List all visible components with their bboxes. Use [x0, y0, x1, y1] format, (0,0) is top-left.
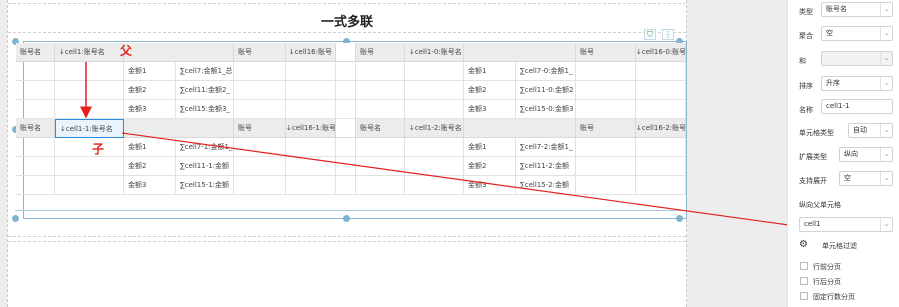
- name-input[interactable]: cell1-1: [821, 99, 893, 114]
- properties-panel: 类型 账号名 ⌄ 聚合 空 ⌄ 和 ⌄ 排序 升序 ⌄ 名称 cell1-1 单元格类…: [787, 0, 899, 307]
- chevron-down-icon: ⌄: [880, 52, 892, 65]
- arrow-overlay: [80, 62, 798, 230]
- support-expand-label: 支持展开: [799, 177, 827, 185]
- type-label: 类型: [799, 8, 813, 16]
- parent-cell-select[interactable]: cell1 ⌄: [799, 217, 893, 232]
- page-break-after-label: 行后分页: [813, 278, 841, 286]
- cell-type-label: 单元格类型: [799, 129, 834, 137]
- type-select[interactable]: 账号名 ⌄: [821, 2, 893, 17]
- page-break-before-label: 行前分页: [813, 263, 841, 271]
- aggregate-label: 聚合: [799, 32, 813, 40]
- chevron-down-icon: ⌄: [880, 77, 892, 90]
- cell-type-select[interactable]: 自动 ⌄: [848, 123, 893, 138]
- sort-select[interactable]: 升序 ⌄: [821, 76, 893, 91]
- page-break-after-checkbox[interactable]: [800, 277, 808, 285]
- chevron-down-icon: ⌄: [880, 124, 892, 137]
- cell-to-panel-arrow: [121, 132, 798, 230]
- expand-type-label: 扩展类型: [799, 153, 827, 161]
- aggregate-select[interactable]: 空 ⌄: [821, 26, 893, 41]
- cell-filter-label[interactable]: 单元格过滤: [822, 241, 857, 251]
- chevron-down-icon: ⌄: [880, 3, 892, 16]
- and-label: 和: [799, 57, 806, 65]
- fixed-rows-checkbox[interactable]: [800, 292, 808, 300]
- page-break-before-checkbox[interactable]: [800, 262, 808, 270]
- and-select[interactable]: ⌄: [821, 51, 893, 66]
- support-expand-select[interactable]: 空 ⌄: [839, 171, 893, 186]
- chevron-down-icon: ⌄: [880, 148, 892, 161]
- gear-icon[interactable]: ⚙: [799, 239, 808, 250]
- fixed-rows-label: 固定行数分页: [813, 293, 855, 301]
- chevron-down-icon: ⌄: [880, 218, 892, 231]
- chevron-down-icon: ⌄: [880, 27, 892, 40]
- expand-type-select[interactable]: 纵向 ⌄: [839, 147, 893, 162]
- chevron-down-icon: ⌄: [880, 172, 892, 185]
- sort-label: 排序: [799, 82, 813, 90]
- name-label: 名称: [799, 106, 813, 114]
- parent-cell-label: 纵向父单元格: [799, 201, 841, 209]
